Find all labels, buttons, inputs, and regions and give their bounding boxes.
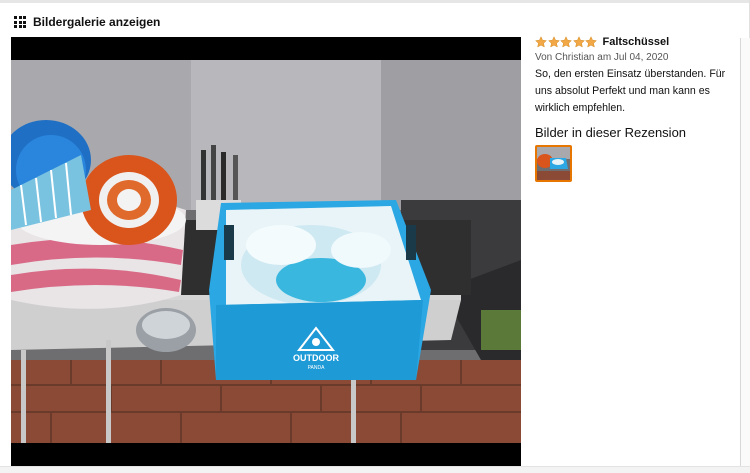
tub-brand-line1: OUTDOOR (293, 353, 339, 363)
review-panel: Faltschüssel Von Christian am Jul 04, 20… (535, 35, 735, 182)
bottom-border (0, 466, 750, 473)
grid-icon (14, 16, 26, 28)
top-border (0, 0, 750, 3)
star-rating (535, 36, 598, 48)
gallery-toggle[interactable]: Bildergalerie anzeigen (14, 13, 160, 31)
thumbnail-image (537, 147, 570, 180)
review-body: So, den ersten Einsatz überstanden. Für … (535, 68, 726, 114)
star-icon (560, 36, 572, 48)
review-byline: Von Christian am Jul 04, 2020 (535, 52, 669, 63)
tub-brand-line2: PANDA (308, 365, 326, 371)
review-title[interactable]: Faltschüssel (603, 36, 670, 48)
star-icon (547, 36, 560, 48)
rating-row: Faltschüssel (535, 35, 735, 49)
gallery-label: Bildergalerie anzeigen (33, 15, 161, 29)
review-image-thumbnail[interactable] (535, 145, 572, 182)
review-photo[interactable]: OUTDOOR PANDA (11, 60, 521, 443)
star-icon (572, 36, 585, 48)
panel-edge (740, 38, 750, 468)
images-heading: Bilder in dieser Rezension (535, 125, 687, 140)
star-icon (585, 36, 597, 48)
main-image-frame: OUTDOOR PANDA (11, 37, 521, 466)
star-icon (535, 36, 547, 48)
